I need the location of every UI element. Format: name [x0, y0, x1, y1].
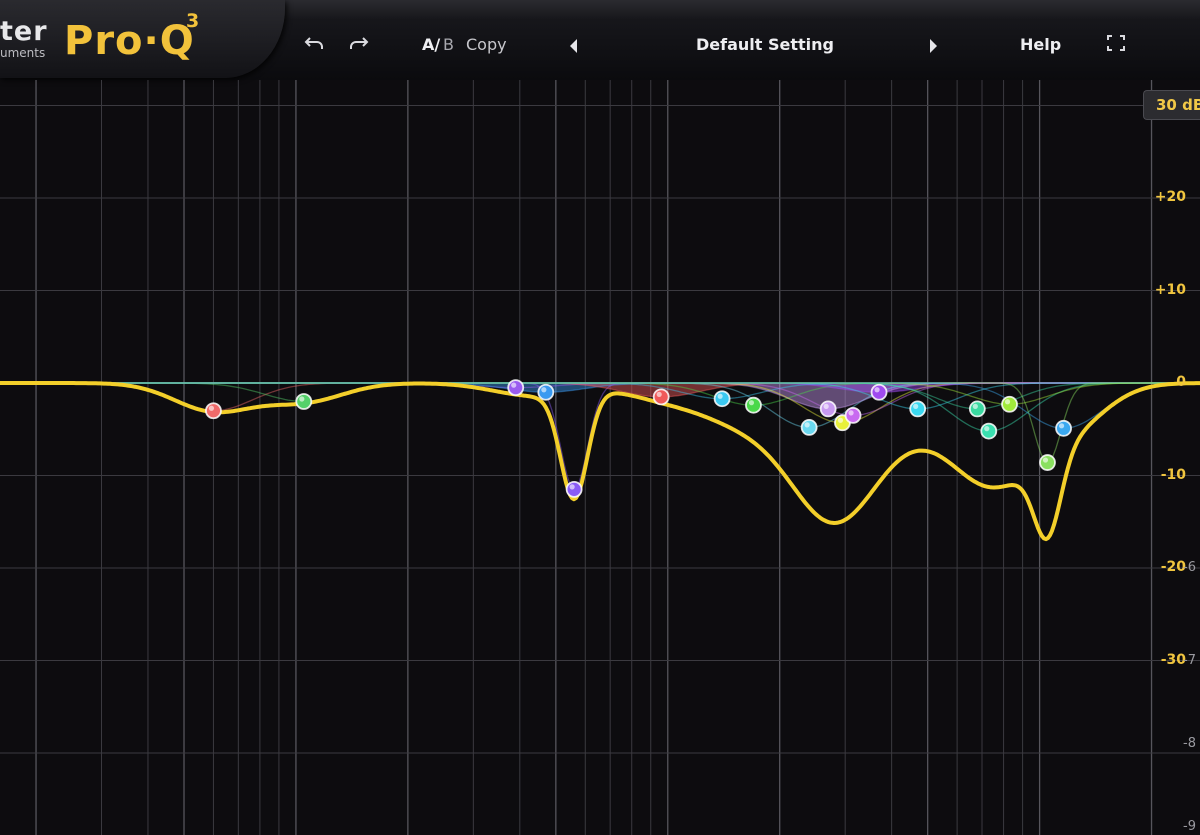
band-node[interactable]: [980, 422, 998, 440]
band-node-highlight: [511, 382, 517, 388]
previous-preset-icon[interactable]: [570, 39, 577, 53]
band-node-highlight: [823, 403, 829, 409]
ab-toggle-b[interactable]: B: [443, 35, 454, 54]
band-node-highlight: [748, 400, 755, 406]
band-node-highlight: [874, 387, 880, 393]
band-node-highlight: [972, 403, 978, 409]
band-node[interactable]: [537, 383, 555, 401]
band-node-highlight: [837, 417, 844, 423]
next-preset-icon[interactable]: [930, 39, 937, 53]
ab-toggle-a[interactable]: A/: [422, 35, 440, 54]
band-node[interactable]: [844, 406, 862, 424]
band-node[interactable]: [800, 418, 818, 436]
band-node-highlight: [984, 426, 990, 432]
redo-icon[interactable]: [345, 33, 371, 53]
db-scale-label: -10: [1160, 466, 1186, 483]
band-node[interactable]: [713, 390, 731, 408]
band-node-highlight: [913, 403, 919, 409]
band-node[interactable]: [205, 402, 222, 420]
band-node[interactable]: [819, 400, 837, 418]
band-fill: [0, 383, 1200, 397]
band-node[interactable]: [295, 393, 313, 410]
band-curve: [0, 382, 1200, 490]
analyzer-scale-label: -9: [1183, 819, 1196, 834]
band-node-highlight: [569, 484, 575, 490]
band-node[interactable]: [870, 383, 888, 401]
band-node[interactable]: [968, 400, 986, 418]
logo-panel[interactable]: ter uments Pro·Q 3: [0, 0, 285, 78]
preset-name[interactable]: Default Setting: [696, 35, 834, 54]
plugin-header: ter uments Pro·Q 3 A/ B Copy Default Set…: [0, 0, 1200, 80]
help-button[interactable]: Help: [1020, 35, 1061, 54]
band-node[interactable]: [565, 480, 583, 498]
product-version: 3: [186, 10, 200, 32]
eq-graph[interactable]: [0, 80, 1200, 835]
band-node-highlight: [848, 410, 854, 416]
band-node-highlight: [1042, 457, 1049, 463]
band-node[interactable]: [652, 388, 670, 406]
band-node-highlight: [1004, 399, 1011, 405]
band-node-highlight: [717, 393, 723, 399]
band-node[interactable]: [745, 396, 762, 414]
band-curves: [0, 382, 1200, 490]
grid-lines: [0, 80, 1200, 835]
band-node[interactable]: [507, 379, 525, 397]
band-node[interactable]: [1039, 454, 1056, 471]
band-node[interactable]: [1001, 395, 1018, 413]
band-curve: [0, 382, 1200, 464]
analyzer-scale-label: -6: [1183, 560, 1196, 575]
product-logo: Pro·Q: [64, 18, 195, 64]
band-node-highlight: [299, 396, 305, 402]
band-node-highlight: [804, 422, 810, 428]
band-node-highlight: [208, 405, 215, 411]
copy-button[interactable]: Copy: [466, 35, 507, 54]
analyzer-scale-label: -8: [1183, 735, 1196, 751]
analyzer-scale-label: -7: [1183, 652, 1196, 668]
band-node[interactable]: [909, 400, 927, 418]
display-range-button[interactable]: 30 dB: [1143, 90, 1200, 120]
band-node[interactable]: [1055, 419, 1072, 437]
band-node-highlight: [541, 387, 547, 393]
brand-name-top: ter: [0, 16, 48, 47]
db-scale-label: +20: [1154, 189, 1186, 205]
band-node-highlight: [1058, 423, 1065, 429]
brand-name-bottom: uments: [0, 46, 46, 60]
eq-response-curve: [0, 381, 1200, 542]
fullscreen-icon[interactable]: [1103, 33, 1129, 53]
db-scale-label: +10: [1154, 281, 1186, 298]
db-scale-label: 0: [1176, 374, 1186, 390]
undo-icon[interactable]: [302, 33, 328, 53]
band-node-highlight: [656, 391, 662, 397]
